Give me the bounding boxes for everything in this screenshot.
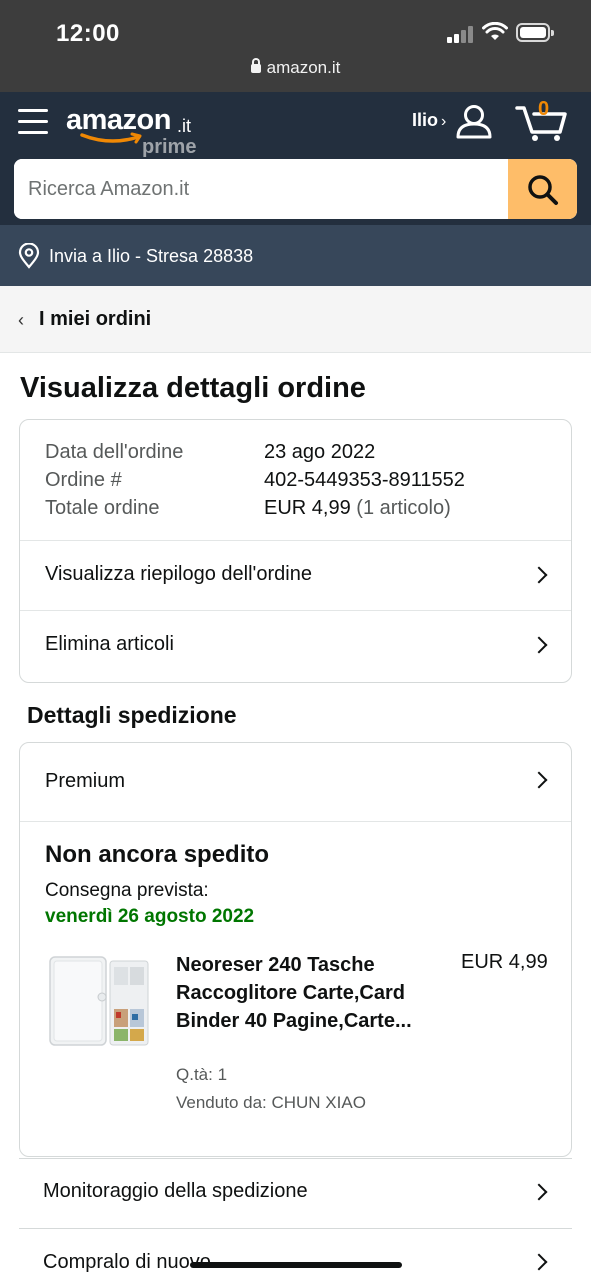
lock-icon: [250, 58, 261, 73]
order-date-value: 23 ago 2022: [264, 441, 376, 463]
order-number-label: Ordine #: [45, 469, 122, 491]
search-bar: [14, 159, 577, 219]
track-shipment-row[interactable]: Monitoraggio della spedizione: [19, 1158, 572, 1228]
product-seller: Venduto da: CHUN XIAO: [176, 1093, 366, 1112]
product-quantity: Q.tà: 1: [176, 1065, 228, 1084]
shipment-section-title: Dettagli spedizione: [27, 702, 237, 728]
product-image[interactable]: [48, 953, 152, 1053]
home-indicator[interactable]: [190, 1262, 402, 1268]
order-total-items: (1 articolo): [356, 497, 451, 519]
product-price: EUR 4,99: [461, 951, 548, 973]
logo-smile-icon: [80, 132, 142, 144]
menu-icon[interactable]: [18, 109, 48, 135]
delivery-date: venerdì 26 agosto 2022: [45, 906, 255, 927]
order-info-card: Data dell'ordine 23 ago 2022 Ordine # 40…: [19, 419, 572, 683]
signal-icon: [447, 25, 475, 43]
cart-count: 0: [538, 98, 550, 120]
page-title: Visualizza dettagli ordine: [20, 372, 366, 404]
url-text: amazon.it: [266, 58, 341, 77]
search-button[interactable]: [508, 159, 577, 219]
chevron-right-icon: [530, 566, 548, 584]
chevron-right-icon: [530, 771, 548, 789]
search-icon: [528, 175, 558, 205]
chevron-left-icon: ‹: [18, 310, 24, 330]
cart-button[interactable]: 0: [514, 98, 570, 142]
order-total-label: Totale ordine: [45, 497, 160, 519]
buy-again-label: Compralo di nuovo: [43, 1251, 211, 1273]
delivery-label: Consegna prevista:: [45, 880, 209, 901]
remove-items-label: Elimina articoli: [45, 633, 174, 655]
ship-to-bar[interactable]: Invia a Ilio - Stresa 28838: [0, 225, 591, 286]
chevron-right-icon: [530, 636, 548, 654]
status-time: 12:00: [56, 20, 120, 47]
user-icon[interactable]: [455, 104, 493, 140]
ship-to-text: Invia a Ilio - Stresa 28838: [49, 246, 254, 266]
wifi-icon: [482, 22, 508, 40]
back-link[interactable]: I miei ordini: [39, 308, 151, 331]
order-total: EUR 4,99 (1 articolo): [264, 497, 451, 520]
search-input[interactable]: [14, 159, 508, 219]
order-date-label: Data dell'ordine: [45, 441, 184, 463]
shipping-speed-row[interactable]: Premium: [20, 743, 571, 821]
remove-items-row[interactable]: Elimina articoli: [20, 610, 571, 682]
site-header: amazon .it prime Ilio › 0: [0, 92, 591, 225]
battery-icon: [516, 23, 554, 42]
order-summary-label: Visualizza riepilogo dell'ordine: [45, 563, 312, 585]
logo-tld: .it: [177, 116, 192, 136]
buy-again-row[interactable]: Compralo di nuovo: [19, 1228, 572, 1280]
divider: [20, 821, 571, 822]
shipment-status: Non ancora spedito: [45, 841, 270, 868]
breadcrumb[interactable]: ‹ I miei ordini: [0, 286, 591, 353]
location-pin-icon: [18, 243, 40, 269]
order-number-value: 402-5449353-8911552: [264, 469, 465, 491]
chevron-right-icon: [530, 1253, 548, 1271]
account-name: Ilio: [412, 110, 438, 130]
shipment-card: Premium Non ancora spedito Consegna prev…: [19, 742, 572, 1157]
order-total-value: EUR 4,99: [264, 497, 351, 519]
logo-prime: prime: [142, 136, 197, 158]
chevron-right-icon: [530, 1183, 548, 1201]
account-link[interactable]: Ilio ›: [412, 110, 446, 131]
product-title[interactable]: Neoreser 240 Tasche Raccoglitore Carte,C…: [176, 951, 426, 1035]
order-summary-row[interactable]: Visualizza riepilogo dell'ordine: [20, 540, 571, 610]
shipping-speed-label: Premium: [45, 770, 126, 792]
account-chevron: ›: [441, 113, 447, 130]
track-shipment-label: Monitoraggio della spedizione: [43, 1180, 308, 1202]
status-bar: 12:00 amazon.it: [0, 0, 591, 92]
amazon-logo[interactable]: amazon .it prime: [66, 100, 206, 158]
url-bar[interactable]: amazon.it: [0, 58, 591, 78]
